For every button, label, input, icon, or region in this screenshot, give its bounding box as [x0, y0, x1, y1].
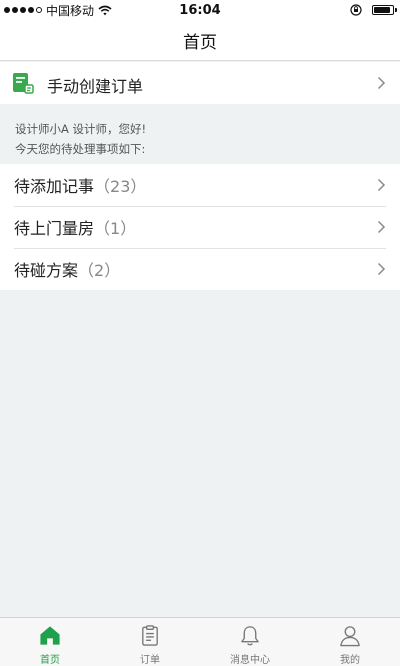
task-label: 待上门量房	[14, 219, 95, 238]
tab-label: 消息中心	[230, 655, 270, 666]
signal-dot	[20, 7, 26, 13]
home-icon	[40, 626, 60, 645]
tab-messages[interactable]: 消息中心	[200, 618, 300, 666]
tab-orders[interactable]: 订单	[100, 618, 200, 666]
carrier-name: 中国移动	[46, 3, 95, 18]
create-order-button[interactable]: 手动创建订单	[0, 62, 400, 104]
tab-home[interactable]: 首页	[0, 618, 100, 666]
tab-label: 首页	[40, 655, 60, 666]
bottom-tab-bar: 首页 订单 消息中心 我的	[0, 617, 400, 666]
task-item-site-measure[interactable]: 待上门量房（1）	[0, 206, 400, 248]
battery-tip	[395, 8, 397, 12]
tab-profile[interactable]: 我的	[300, 618, 400, 666]
greeting-subline: 今天您的待处理事项如下:	[15, 142, 146, 156]
signal-dot	[36, 7, 42, 13]
user-icon	[340, 626, 360, 647]
status-right	[350, 4, 397, 16]
bell-icon	[241, 626, 259, 646]
chevron-right-icon	[377, 76, 386, 90]
chevron-right-icon	[377, 178, 386, 192]
navigation-bar: 首页	[0, 20, 400, 61]
task-count: （2）	[78, 261, 121, 280]
task-text: 待添加记事（23）	[14, 173, 146, 197]
battery-icon	[372, 5, 397, 15]
chevron-right-icon	[377, 262, 386, 276]
chevron-right-icon	[377, 220, 386, 234]
clipboard-icon	[142, 625, 158, 646]
status-left: 中国移动	[4, 3, 112, 18]
order-document-icon	[13, 73, 34, 94]
task-count: （23）	[94, 177, 147, 196]
wifi-icon	[98, 5, 112, 15]
task-item-proposal[interactable]: 待碰方案（2）	[0, 248, 400, 290]
task-text: 待上门量房（1）	[14, 215, 136, 239]
page-title: 首页	[183, 32, 217, 53]
greeting-text: 设计师小A 设计师，您好! 今天您的待处理事项如下:	[15, 119, 146, 159]
greeting-line: 设计师小A 设计师，您好!	[15, 122, 147, 136]
signal-dot	[12, 7, 18, 13]
task-item-notes[interactable]: 待添加记事（23）	[0, 164, 400, 206]
signal-dot	[4, 7, 10, 13]
status-bar: 中国移动 16:04	[0, 0, 400, 20]
task-text: 待碰方案（2）	[14, 257, 120, 281]
tab-label: 订单	[140, 655, 160, 666]
task-label: 待碰方案	[14, 261, 79, 280]
signal-strength-icon	[4, 7, 42, 13]
signal-dot	[28, 7, 34, 13]
create-order-label: 手动创建订单	[47, 77, 144, 96]
battery-level	[374, 7, 391, 13]
tab-label: 我的	[340, 655, 360, 666]
pending-task-list: 待添加记事（23） 待上门量房（1） 待碰方案（2）	[0, 164, 400, 290]
task-label: 待添加记事	[14, 177, 95, 196]
app-screen: 中国移动 16:04 首页 手动创建订单 设计师小A 设计师，您好! 今天您的待…	[0, 0, 400, 666]
rotation-lock-icon	[350, 4, 362, 16]
task-count: （1）	[94, 219, 137, 238]
